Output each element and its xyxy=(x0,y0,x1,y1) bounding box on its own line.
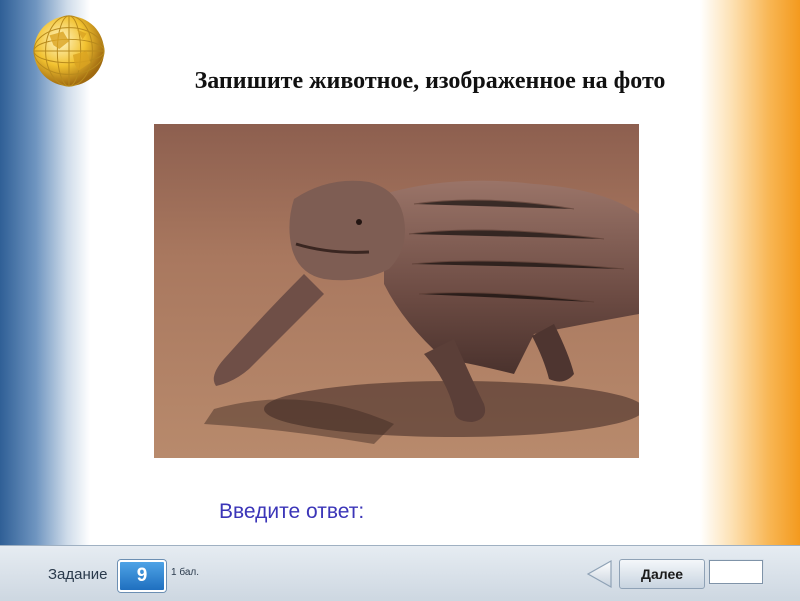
points-label: 1 бал. xyxy=(171,567,200,578)
answer-prompt: Введите ответ: xyxy=(219,500,365,523)
next-button[interactable]: Далее xyxy=(619,559,705,589)
answer-input[interactable] xyxy=(708,559,764,585)
triangle-left-icon[interactable] xyxy=(584,558,614,590)
komodo-dragon-photo xyxy=(154,124,639,458)
task-number-badge: 9 xyxy=(118,560,166,592)
task-label: Задание xyxy=(48,566,108,583)
globe-icon xyxy=(33,15,105,87)
page-title: Запишите животное, изображенное на фото xyxy=(194,68,666,94)
